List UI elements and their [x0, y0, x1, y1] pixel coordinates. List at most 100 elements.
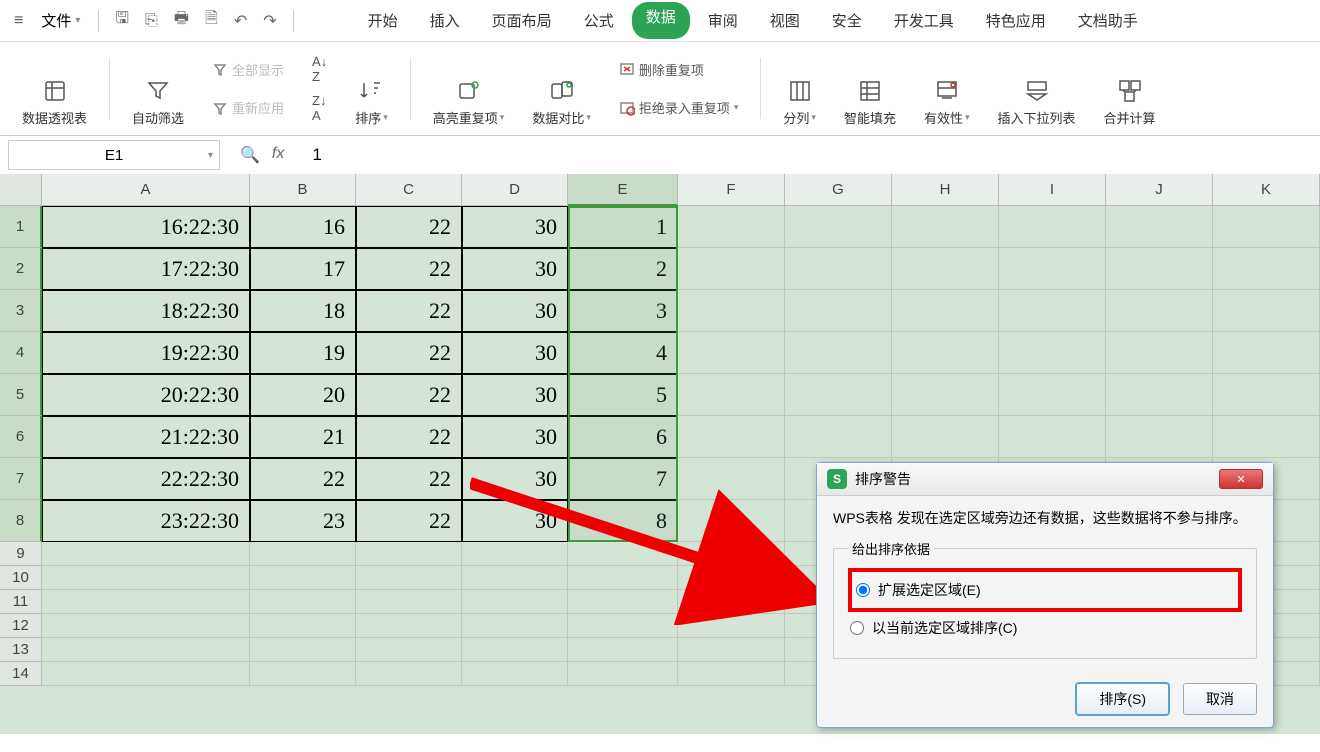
- ribbon-showall[interactable]: 全部显示: [208, 58, 288, 81]
- cell-F14[interactable]: [678, 662, 785, 686]
- radio-expand-selection[interactable]: 扩展选定区域(E): [854, 574, 1098, 606]
- tab-审阅[interactable]: 审阅: [694, 2, 752, 39]
- cell-D6[interactable]: 30: [462, 416, 568, 458]
- cell-J3[interactable]: [1106, 290, 1213, 332]
- cell-I1[interactable]: [999, 206, 1106, 248]
- cell-C9[interactable]: [356, 542, 462, 566]
- cell-E7[interactable]: 7: [568, 458, 678, 500]
- tab-特色应用[interactable]: 特色应用: [972, 2, 1060, 39]
- cell-F3[interactable]: [678, 290, 785, 332]
- cell-C6[interactable]: 22: [356, 416, 462, 458]
- cell-A13[interactable]: [42, 638, 250, 662]
- ribbon-autofilter[interactable]: 自动筛选: [122, 50, 194, 127]
- cell-G4[interactable]: [785, 332, 892, 374]
- cell-C12[interactable]: [356, 614, 462, 638]
- cell-A8[interactable]: 23:22:30: [42, 500, 250, 542]
- cell-D12[interactable]: [462, 614, 568, 638]
- ribbon-sort-desc[interactable]: Z↓A: [308, 91, 331, 125]
- cell-B6[interactable]: 21: [250, 416, 356, 458]
- cell-F9[interactable]: [678, 542, 785, 566]
- cell-G2[interactable]: [785, 248, 892, 290]
- row-header-14[interactable]: 14: [0, 662, 42, 686]
- cell-D3[interactable]: 30: [462, 290, 568, 332]
- hamburger-icon[interactable]: ≡: [8, 8, 29, 34]
- ribbon-split[interactable]: 分列▾: [773, 50, 826, 127]
- col-header-A[interactable]: A: [42, 174, 250, 206]
- cell-E13[interactable]: [568, 638, 678, 662]
- row-header-9[interactable]: 9: [0, 542, 42, 566]
- cell-B2[interactable]: 17: [250, 248, 356, 290]
- cell-K2[interactable]: [1213, 248, 1320, 290]
- row-header-2[interactable]: 2: [0, 248, 42, 290]
- tab-开发工具[interactable]: 开发工具: [880, 2, 968, 39]
- cell-H2[interactable]: [892, 248, 999, 290]
- row-header-5[interactable]: 5: [0, 374, 42, 416]
- row-header-6[interactable]: 6: [0, 416, 42, 458]
- cell-F4[interactable]: [678, 332, 785, 374]
- row-header-13[interactable]: 13: [0, 638, 42, 662]
- cell-B10[interactable]: [250, 566, 356, 590]
- cell-J2[interactable]: [1106, 248, 1213, 290]
- cell-A10[interactable]: [42, 566, 250, 590]
- cell-E4[interactable]: 4: [568, 332, 678, 374]
- cell-I3[interactable]: [999, 290, 1106, 332]
- row-header-4[interactable]: 4: [0, 332, 42, 374]
- ribbon-highlight-dup[interactable]: 高亮重复项▾: [423, 50, 515, 127]
- cell-D8[interactable]: 30: [462, 500, 568, 542]
- ribbon-reapply[interactable]: 重新应用: [208, 96, 288, 119]
- cell-D11[interactable]: [462, 590, 568, 614]
- cell-E11[interactable]: [568, 590, 678, 614]
- ribbon-pivot[interactable]: 数据透视表: [12, 50, 97, 127]
- tab-视图[interactable]: 视图: [756, 2, 814, 39]
- print-preview-icon[interactable]: 🗎: [199, 3, 224, 38]
- ribbon-sort-asc[interactable]: A↓Z: [308, 52, 331, 86]
- ribbon-sort[interactable]: 排序▾: [345, 50, 398, 127]
- cell-D9[interactable]: [462, 542, 568, 566]
- chevron-down-icon[interactable]: ▾: [208, 150, 213, 161]
- cell-G5[interactable]: [785, 374, 892, 416]
- cell-B3[interactable]: 18: [250, 290, 356, 332]
- redo-icon[interactable]: ↷: [257, 7, 282, 35]
- cell-J5[interactable]: [1106, 374, 1213, 416]
- col-header-J[interactable]: J: [1106, 174, 1213, 206]
- col-header-I[interactable]: I: [999, 174, 1106, 206]
- cell-G6[interactable]: [785, 416, 892, 458]
- ribbon-smartfill[interactable]: 智能填充: [834, 50, 906, 127]
- cell-K3[interactable]: [1213, 290, 1320, 332]
- cell-E6[interactable]: 6: [568, 416, 678, 458]
- cell-C11[interactable]: [356, 590, 462, 614]
- cell-B13[interactable]: [250, 638, 356, 662]
- radio-input[interactable]: [850, 621, 864, 635]
- cell-B4[interactable]: 19: [250, 332, 356, 374]
- col-header-H[interactable]: H: [892, 174, 999, 206]
- row-header-10[interactable]: 10: [0, 566, 42, 590]
- fx-icon[interactable]: fx: [272, 145, 284, 165]
- cell-G1[interactable]: [785, 206, 892, 248]
- name-box[interactable]: E1 ▾: [8, 140, 220, 170]
- cell-E2[interactable]: 2: [568, 248, 678, 290]
- select-all-corner[interactable]: [0, 174, 42, 206]
- cell-E9[interactable]: [568, 542, 678, 566]
- cell-C7[interactable]: 22: [356, 458, 462, 500]
- cell-E1[interactable]: 1: [568, 206, 678, 248]
- print-icon[interactable]: 🖶: [168, 3, 195, 38]
- ribbon-dropdown[interactable]: 插入下拉列表: [988, 50, 1086, 127]
- cell-B5[interactable]: 20: [250, 374, 356, 416]
- cell-B1[interactable]: 16: [250, 206, 356, 248]
- cell-H5[interactable]: [892, 374, 999, 416]
- cell-C4[interactable]: 22: [356, 332, 462, 374]
- cell-F6[interactable]: [678, 416, 785, 458]
- cell-K1[interactable]: [1213, 206, 1320, 248]
- cell-A9[interactable]: [42, 542, 250, 566]
- dialog-titlebar[interactable]: S 排序警告 ✕: [817, 463, 1273, 496]
- cell-A11[interactable]: [42, 590, 250, 614]
- cell-D10[interactable]: [462, 566, 568, 590]
- row-header-1[interactable]: 1: [0, 206, 42, 248]
- cell-B12[interactable]: [250, 614, 356, 638]
- cell-G3[interactable]: [785, 290, 892, 332]
- row-header-3[interactable]: 3: [0, 290, 42, 332]
- col-header-C[interactable]: C: [356, 174, 462, 206]
- cell-B8[interactable]: 23: [250, 500, 356, 542]
- cell-C14[interactable]: [356, 662, 462, 686]
- undo-icon[interactable]: ↶: [228, 7, 253, 35]
